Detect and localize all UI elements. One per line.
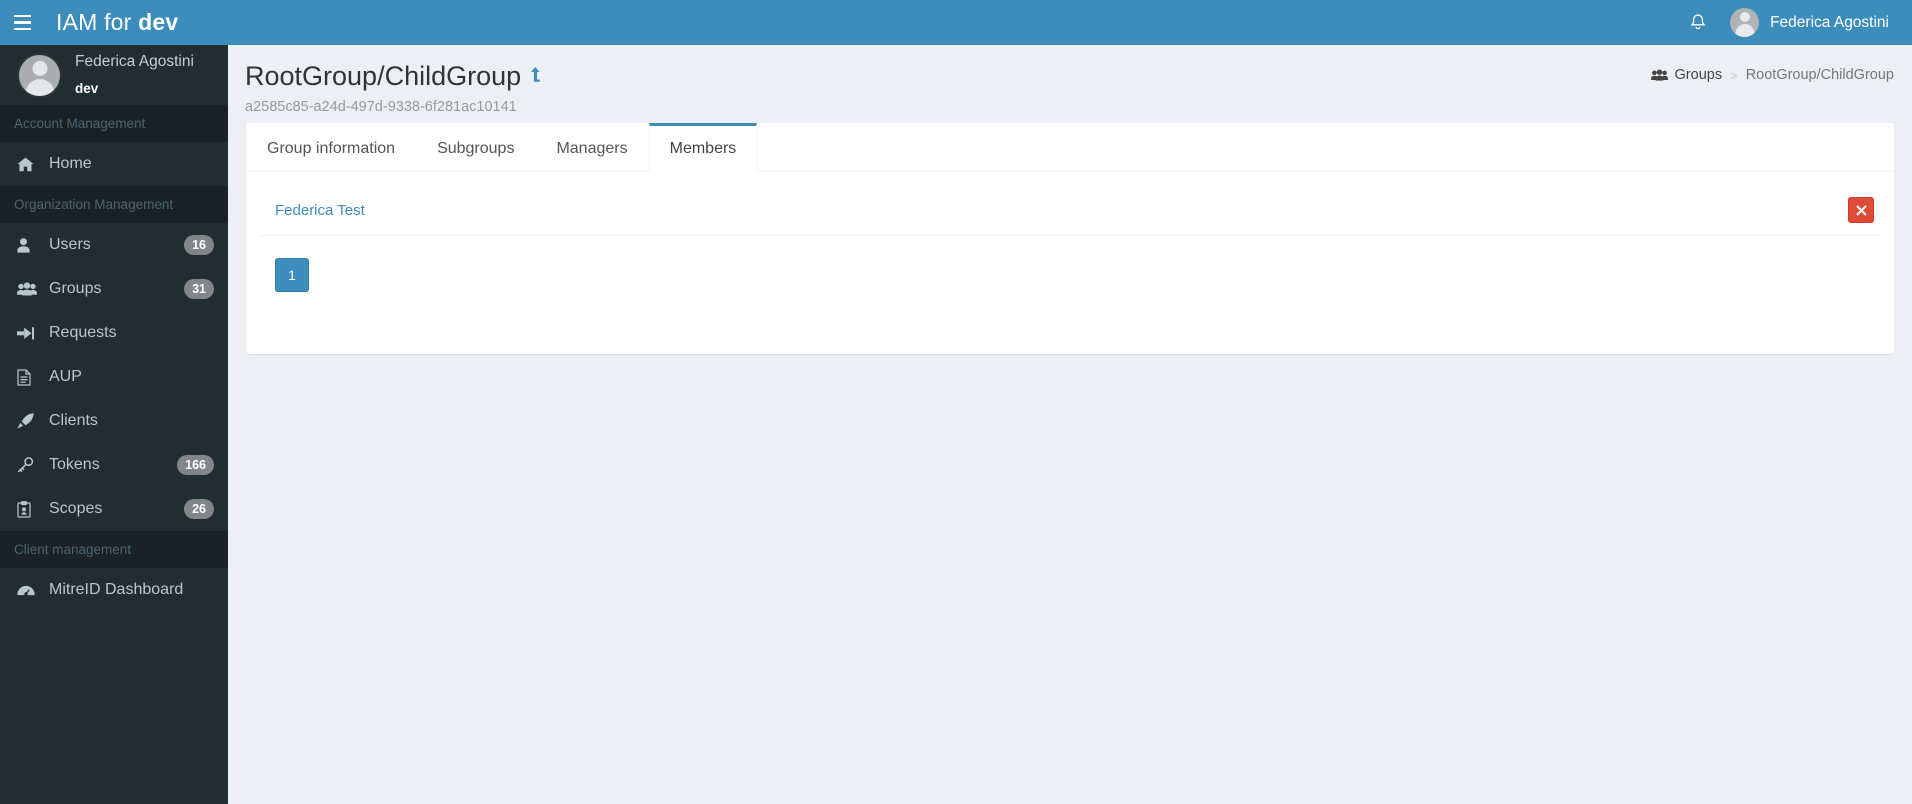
avatar [17,52,62,98]
sidebar-item-label: Requests [49,324,117,341]
navbar-username: Federica Agostini [1770,13,1889,31]
tab-panel: Group information Subgroups Managers Mem… [246,123,1894,355]
page-title-text: RootGroup/ChildGroup [245,61,522,91]
sidebar-item-requests[interactable]: Requests [0,311,228,355]
sidebar-user-name: Federica Agostini [75,53,194,71]
content-body: Group information Subgroups Managers Mem… [228,123,1912,355]
sidebar-item-users[interactable]: Users 16 [0,223,228,267]
sidebar-item-scopes[interactable]: Scopes 26 [0,487,228,531]
avatar-body [1735,24,1755,37]
remove-member-button[interactable] [1848,197,1874,224]
sidebar-user-panel[interactable]: Federica Agostini dev [0,45,228,105]
dashboard-icon [17,583,41,598]
sidebar-badge-groups: 31 [184,278,214,300]
tabs-strip: Group information Subgroups Managers Mem… [246,123,1894,173]
sidebar-item-mitreid-dashboard[interactable]: MitreID Dashboard [0,568,228,612]
rocket-icon [17,413,41,429]
brand-prefix: IAM for [56,9,139,35]
users-icon [1650,68,1668,82]
hamburger-bar [14,21,31,24]
breadcrumb-current: RootGroup/ChildGroup [1745,67,1894,83]
sidebar-user-realm: dev [75,80,99,96]
members-list: Federica Test [259,185,1881,237]
sidebar-section-header-client: Client management [0,531,228,568]
key-icon [17,457,41,473]
member-row-actions [1848,197,1877,224]
clipboard-icon [17,500,41,518]
breadcrumb-separator: > [1730,67,1738,83]
navbar-left: IAM for dev [0,0,178,45]
notifications-button[interactable] [1678,0,1718,45]
home-icon [17,157,41,172]
user-icon [17,237,41,253]
sidebar-item-label: Tokens [49,456,100,473]
sidebar-user-info: Federica Agostini dev [75,51,194,98]
bell-icon [1689,13,1707,32]
tab-subgroups[interactable]: Subgroups [416,123,535,172]
page-subtitle-uuid: a2585c85-a24d-497d-9338-6f281ac10141 [245,98,517,115]
brand-suffix: dev [138,9,179,35]
tab-content-members: Federica Test 1 [246,172,1894,354]
sidebar-item-clients[interactable]: Clients [0,399,228,443]
sidebar-item-label: AUP [49,368,82,385]
app-brand[interactable]: IAM for dev [56,9,178,36]
tab-managers[interactable]: Managers [535,123,648,172]
sidebar-item-label: Home [49,155,92,172]
member-name-link[interactable]: Federica Test [275,202,365,219]
sidebar-section-header-account: Account Management [0,105,228,142]
avatar [1730,8,1760,37]
avatar-body [25,78,54,96]
sidebar-item-label: MitreID Dashboard [49,581,184,598]
sidebar-badge-scopes: 26 [184,498,214,520]
sidebar-item-groups[interactable]: Groups 31 [0,267,228,311]
sign-in-icon [17,326,41,341]
menu-toggle-button[interactable] [0,0,45,45]
hamburger-bar [14,14,31,18]
user-menu[interactable]: Federica Agostini [1718,0,1895,45]
sidebar-item-aup[interactable]: AUP [0,355,228,399]
avatar-head [32,60,47,76]
content-wrapper: RootGroup/ChildGroup a2585c85-a24d-497d-… [228,45,1912,804]
content-header: RootGroup/ChildGroup a2585c85-a24d-497d-… [228,45,1912,123]
users-icon [17,281,41,297]
navbar-right: Federica Agostini [1678,0,1912,45]
pagination: 1 [275,258,1881,293]
pagination-page-1[interactable]: 1 [275,258,309,293]
table-row: Federica Test [259,185,1881,237]
breadcrumb-link-groups[interactable]: Groups [1675,67,1723,83]
top-navbar: IAM for dev Federica Agostini [0,0,1912,45]
tab-group-information[interactable]: Group information [246,123,416,172]
sidebar-badge-users: 16 [184,234,214,256]
sidebar-item-label: Clients [49,412,98,429]
times-icon [1856,205,1867,216]
breadcrumb: Groups > RootGroup/ChildGroup [1650,67,1894,83]
hamburger-bar [14,27,31,31]
sidebar-item-label: Users [49,236,91,253]
tab-members[interactable]: Members [648,123,758,173]
sidebar-item-tokens[interactable]: Tokens 166 [0,443,228,487]
sidebar: Federica Agostini dev Account Management… [0,45,228,804]
avatar-head [1739,12,1750,22]
file-text-icon [17,368,41,386]
sidebar-section-header-organization: Organization Management [0,186,228,223]
level-up-icon[interactable] [529,67,542,83]
sidebar-item-home[interactable]: Home [0,142,228,186]
sidebar-item-label: Groups [49,280,102,297]
page-title: RootGroup/ChildGroup [245,61,542,92]
sidebar-badge-tokens: 166 [177,454,214,476]
sidebar-item-label: Scopes [49,500,103,517]
